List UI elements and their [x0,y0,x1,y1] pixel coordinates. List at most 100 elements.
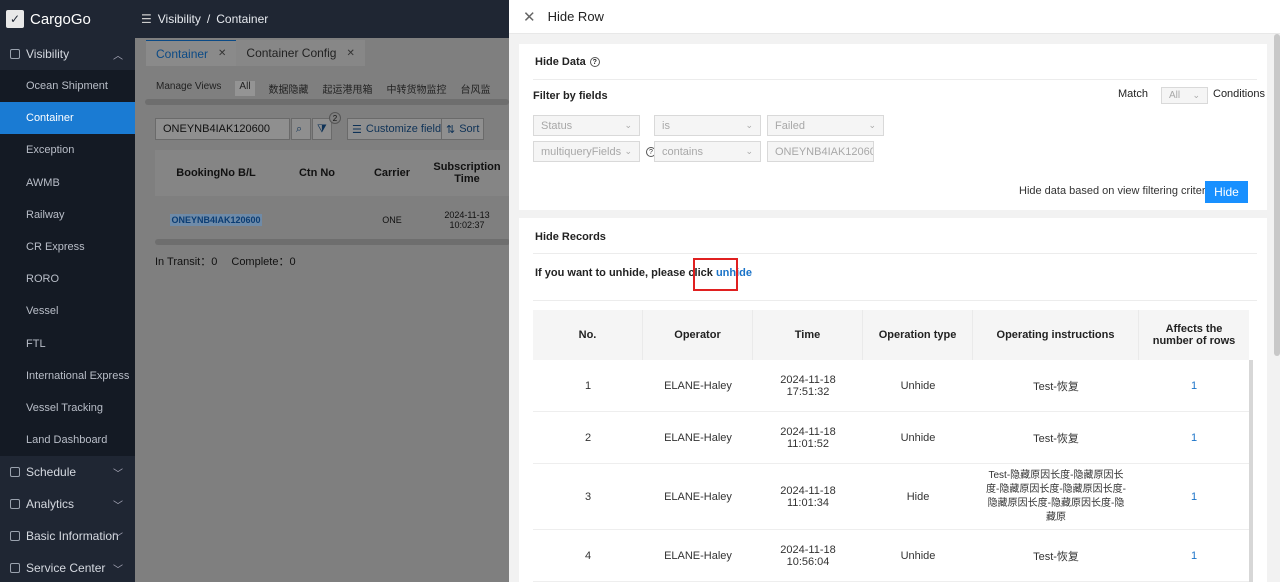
sidebar-item-exception[interactable]: Exception [0,134,135,166]
col-booking: BookingNo B/L [176,167,256,179]
col-ctn: Ctn No [298,167,336,179]
view-item[interactable]: 台风监 [461,81,491,96]
table-row: 4 ELANE-Haley 2024-11-18 10:56:04 Unhide … [533,530,1249,582]
cell-affected-rows[interactable]: 1 [1139,464,1249,529]
sidebar-item-vessel-tracking[interactable]: Vessel Tracking [0,392,135,424]
field-select-2[interactable]: multiqueryFields ⌄ [533,141,640,162]
divider [533,253,1257,254]
cell-affected-rows[interactable]: 1 [1139,530,1249,581]
help-icon[interactable]: ? [589,57,600,68]
cell-type: Unhide [900,379,936,392]
sidebar-item-vessel[interactable]: Vessel [0,295,135,327]
menu-icon[interactable]: ☰ [141,12,152,26]
table-row: 3 ELANE-Haley 2024-11-18 11:01:34 Hide Te… [533,464,1249,530]
match-value: All [1169,90,1181,101]
match-select[interactable]: All ⌄ [1161,87,1208,104]
brand-name: CargoGo [30,10,91,28]
time-clock: 10:56:04 [786,555,830,568]
records-table: No. Operator Time Operation type Operati… [533,310,1253,582]
time-date: 2024-11-18 [780,425,836,438]
chevron-down-icon: ﹀ [113,564,123,576]
filter-title: Filter by fields [533,90,608,102]
nav-group-basic-information[interactable]: Basic Information ﹀ [0,520,135,552]
view-item[interactable]: 起运港甩箱 [323,81,373,96]
nav-group-visibility[interactable]: Visibility ︿ [0,38,135,70]
cell-time: 2024-11-18 11:01:52 [753,412,863,463]
table-row[interactable]: ONEYNB4IAK120600 ONE 2024-11-13 10:02:37 [155,201,510,239]
operator-select-2[interactable]: contains ⌄ [654,141,761,162]
table-row: 1 ELANE-Haley 2024-11-18 17:51:32 Unhide … [533,360,1249,412]
sort-icon: ⇅ [446,123,456,136]
sidebar-item-awmb[interactable]: AWMB [0,167,135,199]
cell-no: 4 [584,549,592,562]
cell-operator: ELANE-Haley [664,379,732,392]
visibility-icon [10,49,20,59]
search-icon[interactable]: ⌕ [291,118,311,140]
view-all[interactable]: All [235,81,255,96]
drawer-scrollbar[interactable] [1274,34,1280,356]
close-icon[interactable]: ✕ [523,8,536,26]
nav-group-label: Service Center [26,561,106,576]
sidebar-item-international-express[interactable]: International Express [0,360,135,392]
time-date: 2024-11-18 [780,543,836,556]
table-scrollbar[interactable] [1249,360,1253,582]
field-select-1[interactable]: Status ⌄ [533,115,640,136]
view-item[interactable]: 中转货物监控 [387,81,447,96]
customize-label: Customize field [365,123,442,135]
chevron-down-icon: ⌄ [745,120,753,130]
cell-affected-rows[interactable]: 1 [1139,412,1249,463]
breadcrumb-section[interactable]: Visibility [158,12,201,26]
cell-time: 2024-11-18 11:01:34 [753,464,863,529]
nav-sub-list: Ocean Shipment Container Exception AWMB … [0,70,135,457]
breadcrumb-page: Container [216,12,269,26]
complete-label: Complete： [231,256,290,268]
list-icon: ☰ [352,123,362,136]
basic-information-icon [10,531,20,542]
sidebar: ✓ CargoGo Visibility ︿ Ocean Shipment Co… [0,0,135,582]
table-scrollbar[interactable] [155,239,510,245]
subscription-time-cell: 2024-11-13 10:02:37 [427,201,507,239]
value-input-2[interactable]: ONEYNB4IAK120600 [767,141,874,162]
chevron-up-icon: ︿ [113,50,123,62]
nav-group-schedule[interactable]: Schedule ﹀ [0,456,135,488]
breadcrumb-separator: / [206,12,211,26]
divider [533,79,1257,80]
filter-badge: 2 [329,112,341,124]
view-tabs: Manage Views All 数据隐藏 起运港甩箱 中转货物监控 台风监 [156,81,491,96]
customize-field-button[interactable]: ☰ Customize field [347,118,447,140]
nav-group-analytics[interactable]: Analytics ﹀ [0,488,135,520]
booking-link[interactable]: ONEYNB4IAK120600 [170,214,262,226]
sidebar-item-railway[interactable]: Railway [0,199,135,231]
cell-type: Unhide [900,431,936,444]
cell-instructions: Test-隐藏原因长度-隐藏原因长度-隐藏原因长度-隐藏原因长度-隐藏原因长度-… [986,469,1126,523]
sidebar-item-container[interactable]: Container [0,102,135,135]
logo-icon: ✓ [6,10,24,28]
view-manage[interactable]: Manage Views [156,81,221,96]
search-input[interactable]: ONEYNB4IAK120600 [155,118,290,140]
hide-button[interactable]: Hide [1205,181,1248,203]
table-row: 2 ELANE-Haley 2024-11-18 11:01:52 Unhide … [533,412,1249,464]
horizontal-scrollbar[interactable] [145,99,509,105]
operator-select-1[interactable]: is ⌄ [654,115,761,136]
hide-data-title-text: Hide Data [535,56,586,68]
chevron-down-icon: ﹀ [113,532,123,544]
sidebar-item-land-dashboard[interactable]: Land Dashboard [0,424,135,456]
chevron-down-icon: ⌄ [1192,90,1200,100]
brand[interactable]: ✓ CargoGo [0,0,135,38]
nav-group-label: Schedule [26,465,77,480]
view-item[interactable]: 数据隐藏 [269,81,309,96]
cell-instructions: Test-恢复 [1033,380,1079,393]
hide-data-title: Hide Data? [535,56,600,68]
sort-label: Sort [459,123,480,135]
sort-button[interactable]: ⇅ Sort [441,118,485,140]
value-select-1[interactable]: Failed ⌄ [767,115,884,136]
sidebar-item-ocean-shipment[interactable]: Ocean Shipment [0,70,135,102]
value-text: ONEYNB4IAK120600 [775,145,874,158]
sidebar-item-roro[interactable]: RORO [0,263,135,295]
cell-affected-rows[interactable]: 1 [1139,360,1249,411]
sidebar-item-ftl[interactable]: FTL [0,328,135,360]
cell-operator: ELANE-Haley [664,549,732,562]
sidebar-item-cr-express[interactable]: CR Express [0,231,135,263]
nav-group-service-center[interactable]: Service Center ﹀ [0,552,135,582]
records-header: No. Operator Time Operation type Operati… [533,310,1249,360]
